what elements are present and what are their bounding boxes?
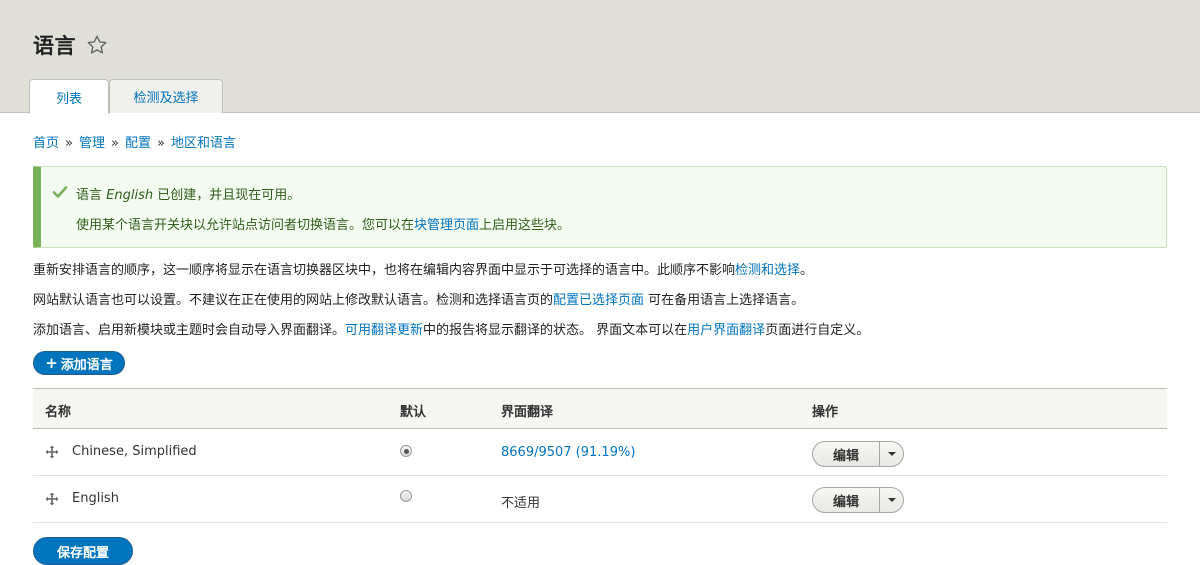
default-radio[interactable] — [400, 445, 412, 457]
available-updates-link[interactable]: 可用翻译更新 — [345, 323, 423, 338]
status-language-name: English — [106, 188, 154, 203]
status-line-created: 语言 English 已创建，并且现在可用。 — [76, 188, 301, 203]
edit-button[interactable]: 编辑 — [813, 442, 880, 466]
breadcrumb-separator: » — [156, 136, 165, 151]
language-table: 名称 默认 界面翻译 操作 Chinese, Simplified 8669/9… — [33, 388, 1167, 523]
table-row: English 不适用 编辑 — [33, 476, 1167, 523]
plus-icon: + — [45, 354, 58, 372]
language-name: Chinese, Simplified — [72, 444, 197, 459]
operations-dropbutton: 编辑 — [812, 487, 904, 513]
description-default: 网站默认语言也可以设置。不建议在正在使用的网站上修改默认语言。检测和选择语言页的… — [33, 293, 805, 308]
breadcrumb: 首页 » 管理 » 配置 » 地区和语言 — [33, 132, 236, 151]
drag-handle-icon[interactable] — [45, 492, 59, 506]
operations-dropbutton: 编辑 — [812, 441, 904, 467]
detection-selection-link[interactable]: 检测和选择 — [735, 263, 800, 278]
column-header-default: 默认 — [400, 405, 427, 420]
caret-down-icon — [887, 498, 896, 502]
column-header-name: 名称 — [45, 405, 72, 420]
ui-translation-link[interactable]: 用户界面翻译 — [687, 323, 765, 338]
language-name: English — [72, 491, 119, 506]
add-language-label: 添加语言 — [60, 357, 113, 373]
column-header-operations: 操作 — [812, 405, 839, 420]
title-row: 语言 — [33, 30, 108, 60]
translation-status-text: 不适用 — [501, 496, 541, 511]
page-header: 语言 列表 检测及选择 — [0, 0, 1200, 114]
block-admin-link[interactable]: 块管理页面 — [414, 218, 479, 233]
breadcrumb-home[interactable]: 首页 — [33, 136, 59, 151]
breadcrumb-separator: » — [65, 136, 73, 151]
default-radio[interactable] — [400, 490, 412, 502]
table-row: Chinese, Simplified 8669/9507 (91.19%) 编… — [33, 429, 1167, 476]
drag-handle-icon[interactable] — [45, 445, 59, 459]
caret-down-icon — [887, 452, 896, 456]
status-line-block-hint: 使用某个语言开关块以允许站点访问者切换语言。您可以在块管理页面上启用这些块。 — [76, 218, 571, 233]
tab-list[interactable]: 列表 — [29, 79, 109, 114]
translation-status-link[interactable]: 8669/9507 (91.19%) — [501, 445, 635, 460]
column-header-translation: 界面翻译 — [501, 405, 554, 420]
tab-detection-selection[interactable]: 检测及选择 — [109, 79, 223, 113]
configure-selected-page-link[interactable]: 配置已选择页面 — [553, 293, 644, 308]
description-translation: 添加语言、启用新模块或主题时会自动导入界面翻译。可用翻译更新中的报告将显示翻译的… — [33, 323, 870, 338]
save-configuration-button[interactable]: 保存配置 — [33, 537, 133, 565]
operations-toggle[interactable] — [880, 442, 903, 466]
page-title: 语言 — [33, 34, 76, 58]
breadcrumb-admin[interactable]: 管理 — [79, 136, 105, 151]
table-header: 名称 默认 界面翻译 操作 — [33, 388, 1167, 429]
breadcrumb-regional-language[interactable]: 地区和语言 — [171, 136, 236, 151]
primary-tabs: 列表 检测及选择 — [29, 79, 223, 114]
edit-button[interactable]: 编辑 — [813, 488, 880, 512]
description-order: 重新安排语言的顺序，这一顺序将显示在语言切换器区块中，也将在编辑内容界面中显示于… — [33, 263, 814, 278]
breadcrumb-separator: » — [111, 136, 119, 151]
check-icon — [52, 184, 68, 200]
operations-toggle[interactable] — [880, 488, 903, 512]
add-language-button[interactable]: + 添加语言 — [33, 351, 125, 375]
star-icon[interactable] — [86, 34, 108, 56]
status-message: 语言 English 已创建，并且现在可用。 使用某个语言开关块以允许站点访问者… — [33, 166, 1167, 248]
breadcrumb-config[interactable]: 配置 — [125, 136, 151, 151]
